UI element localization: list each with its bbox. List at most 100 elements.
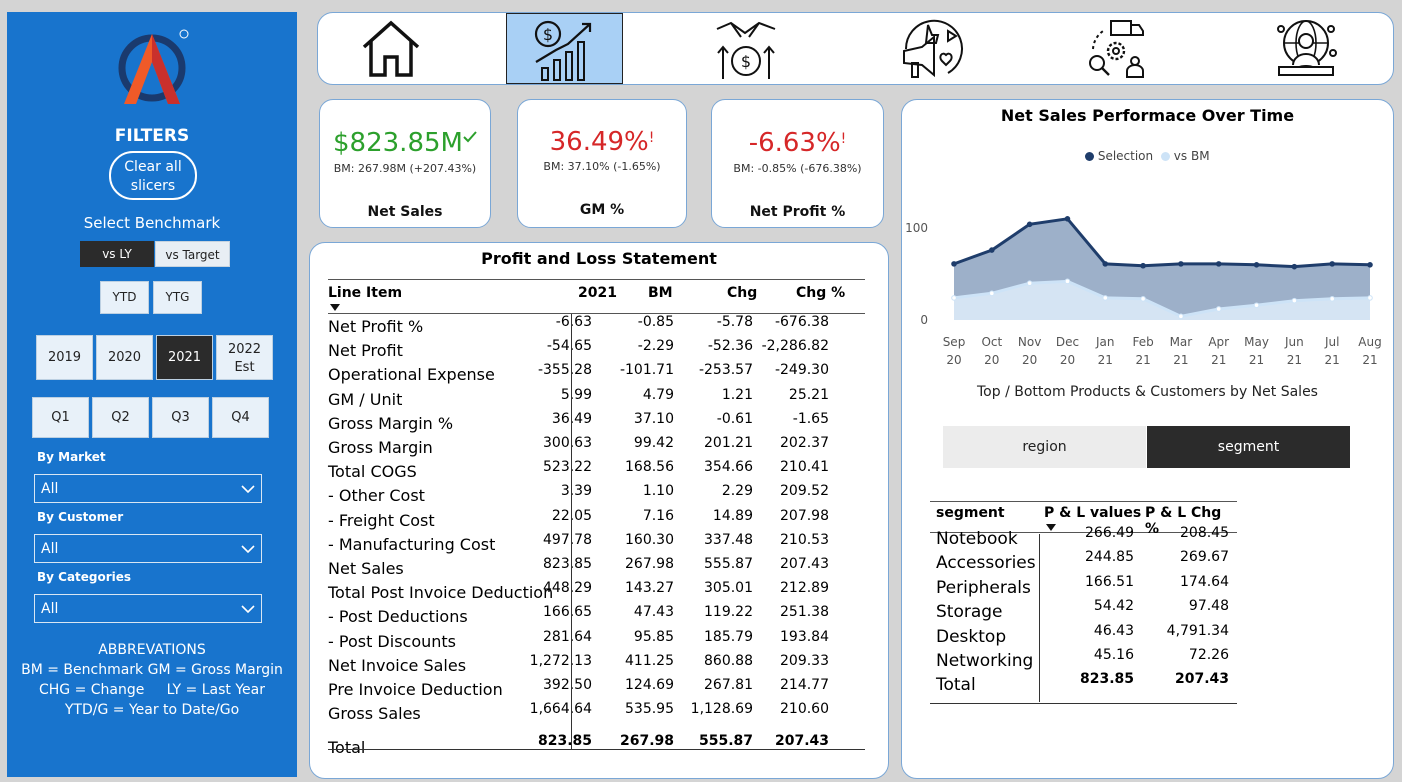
x-tick-label-month: Jan <box>1095 335 1115 349</box>
year-2020-button[interactable]: 2020 <box>96 335 153 380</box>
pl-total-row[interactable]: Total 823.85 267.98 555.87 207.43 <box>328 725 865 757</box>
segment-cell-value: 174.64 <box>1180 573 1229 590</box>
pl-table-row[interactable]: Operational Expense -355.28 -101.71 -253.57… <box>328 362 865 386</box>
period-ytd-button[interactable]: YTD <box>100 281 149 314</box>
data-point-selection <box>1215 261 1222 267</box>
year-2019-button[interactable]: 2019 <box>36 335 93 380</box>
pl-table-row[interactable]: GM / Unit 5.99 4.79 1.21 25.21 <box>328 387 865 411</box>
pl-table-row[interactable]: Pre Invoice Deduction 392.50 124.69 267.81 2… <box>328 677 865 701</box>
pl-table-row[interactable]: Gross Margin % 36.49 37.10 -0.61 -1.65 <box>328 411 865 435</box>
x-tick-label-year: 20 <box>1022 353 1037 367</box>
column-header-bm[interactable]: BM <box>648 285 673 301</box>
pl-cell-value: 555.87 <box>698 733 753 750</box>
pl-table-row[interactable]: - Freight Cost 22.05 7.16 14.89 207.98 <box>328 508 865 532</box>
legend-label-selection[interactable]: Selection <box>1098 149 1153 163</box>
segment-total-row[interactable]: Total 823.85 207.43 <box>930 671 1237 695</box>
pl-cell-value: 267.98 <box>625 556 674 572</box>
top-bottom-subtitle: Top / Bottom Products & Customers by Net… <box>977 384 1318 400</box>
column-header-chg[interactable]: Chg <box>727 285 757 301</box>
column-header-2021[interactable]: 2021 <box>578 285 617 301</box>
segment-cell-value: 266.49 <box>1085 525 1134 541</box>
pl-table-row[interactable]: Total COGS 523.22 168.56 354.66 210.41 <box>328 459 865 483</box>
segment-name: Networking <box>936 651 1034 671</box>
nav-marketing-button[interactable] <box>873 13 990 84</box>
svg-text:$: $ <box>543 25 553 44</box>
pl-table-row[interactable]: Total Post Invoice Deduction 448.29 143.27… <box>328 580 865 604</box>
nav-home-button[interactable] <box>333 13 450 84</box>
column-header-chg-percent[interactable]: Chg % <box>796 285 845 301</box>
column-header-line-item[interactable]: Line Item <box>328 285 402 301</box>
year-2022-est-button[interactable]: 2022 Est <box>216 335 273 380</box>
x-tick-label-month: Apr <box>1208 335 1229 349</box>
pl-cell-value: 25.21 <box>788 386 829 403</box>
pl-cell-value: 1,128.69 <box>690 701 753 718</box>
pl-table-row[interactable]: Net Profit -54.65 -2.29 -52.36 -2,286.82 <box>328 338 865 362</box>
pl-line-item: Gross Margin <box>328 438 433 457</box>
quarter-q2-button[interactable]: Q2 <box>92 397 149 438</box>
pl-cell-value: 47.43 <box>633 604 674 621</box>
column-header-pl-values[interactable]: P & L values <box>1044 505 1141 521</box>
clear-button-label-line: Clear all <box>124 159 182 175</box>
x-tick-label-year: 20 <box>1060 353 1075 367</box>
pl-table-row[interactable]: Net Invoice Sales 1,272.13 411.25 860.88 209… <box>328 653 865 677</box>
toggle-region-button[interactable]: region <box>943 426 1146 468</box>
segment-table-row[interactable]: Peripherals 166.51 174.64 <box>930 574 1237 598</box>
x-tick-label-month: Sep <box>943 335 966 349</box>
pl-cell-value: 37.10 <box>633 410 674 427</box>
year-2021-button[interactable]: 2021 <box>156 335 213 380</box>
customer-dropdown[interactable]: All <box>34 534 262 563</box>
pl-table-row[interactable]: - Manufacturing Cost 497.78 160.30 337.48 21… <box>328 532 865 556</box>
kpi-card-gm-percent: 36.49%! BM: 37.10% (-1.65%) GM % <box>517 99 687 228</box>
x-tick-label-year: 20 <box>946 353 961 367</box>
pl-cell-value: 209.52 <box>780 483 829 500</box>
data-point-vs-bm <box>1291 297 1298 304</box>
pl-cell-value: -2,286.82 <box>761 338 829 355</box>
pl-line-item: Net Profit <box>328 341 403 361</box>
quarter-q1-button[interactable]: Q1 <box>32 397 89 438</box>
pl-cell-value: -0.61 <box>716 410 753 427</box>
pl-table-row[interactable]: - Other Cost 3.39 1.10 2.29 209.52 <box>328 483 865 507</box>
pl-line-item: Net Invoice Sales <box>328 655 467 675</box>
pl-cell-value: 1,664.64 <box>529 701 592 718</box>
pl-table-row[interactable]: - Post Deductions 166.65 47.43 119.22 251.38 <box>328 604 865 628</box>
benchmark-vs-ly-button[interactable]: vs LY <box>80 241 154 267</box>
pl-cell-value: 143.27 <box>625 580 674 597</box>
column-header-segment[interactable]: segment <box>936 505 1005 521</box>
segment-cell-value: 97.48 <box>1188 598 1229 615</box>
nav-sales-button[interactable]: $ <box>688 13 805 84</box>
nav-finance-button[interactable]: $ <box>506 13 623 84</box>
x-tick-label-year: 21 <box>1135 353 1150 367</box>
categories-dropdown[interactable]: All <box>34 594 262 623</box>
pl-cell-value: 209.33 <box>780 652 829 669</box>
pl-table-row[interactable]: - Post Discounts 281.64 95.85 185.79 193.84 <box>328 629 865 653</box>
nav-executive-button[interactable] <box>1248 13 1365 84</box>
kpi-benchmark: BM: -0.85% (-676.38%) <box>733 162 862 175</box>
period-ytg-button[interactable]: YTG <box>153 281 202 314</box>
legend-label-vs-bm[interactable]: vs BM <box>1174 149 1210 163</box>
market-dropdown-value: All <box>41 481 59 497</box>
market-dropdown[interactable]: All <box>34 474 262 503</box>
pl-table-row[interactable]: Gross Margin 300.63 99.42 201.21 202.37 <box>328 435 865 459</box>
quarter-q4-button[interactable]: Q4 <box>212 397 269 438</box>
pl-column-divider <box>571 314 572 749</box>
pl-cell-value: 201.21 <box>704 435 753 451</box>
pl-cell-value: 168.56 <box>625 459 674 476</box>
pl-line-item: Net Sales <box>328 559 404 578</box>
segment-table-row[interactable]: Desktop 46.43 4,791.34 <box>930 623 1237 647</box>
data-point-selection <box>1064 216 1071 222</box>
clear-all-slicers-button[interactable]: Clear all slicers <box>109 151 197 200</box>
segment-table-row[interactable]: Accessories 244.85 269.67 <box>930 549 1237 573</box>
pl-table-row[interactable]: Net Sales 823.85 267.98 555.87 207.43 <box>328 556 865 580</box>
nav-supply-chain-button[interactable] <box>1058 13 1175 84</box>
quarter-q3-button[interactable]: Q3 <box>152 397 209 438</box>
segment-table-row[interactable]: Networking 45.16 72.26 <box>930 647 1237 671</box>
pl-table-row[interactable]: Gross Sales 1,664.64 535.95 1,128.69 210.60 <box>328 701 865 725</box>
toggle-segment-button[interactable]: segment <box>1147 426 1350 468</box>
segment-table-row[interactable]: Storage 54.42 97.48 <box>930 598 1237 622</box>
pl-table-row[interactable]: Net Profit % -6.63 -0.85 -5.78 -676.38 <box>328 314 865 338</box>
data-point-selection <box>1291 263 1298 270</box>
segment-table-row[interactable]: Notebook 266.49 208.45 <box>930 525 1237 549</box>
pl-cell-value: -101.71 <box>619 362 674 379</box>
x-tick-label-month: Aug <box>1358 335 1381 349</box>
benchmark-vs-target-button[interactable]: vs Target <box>155 241 230 267</box>
